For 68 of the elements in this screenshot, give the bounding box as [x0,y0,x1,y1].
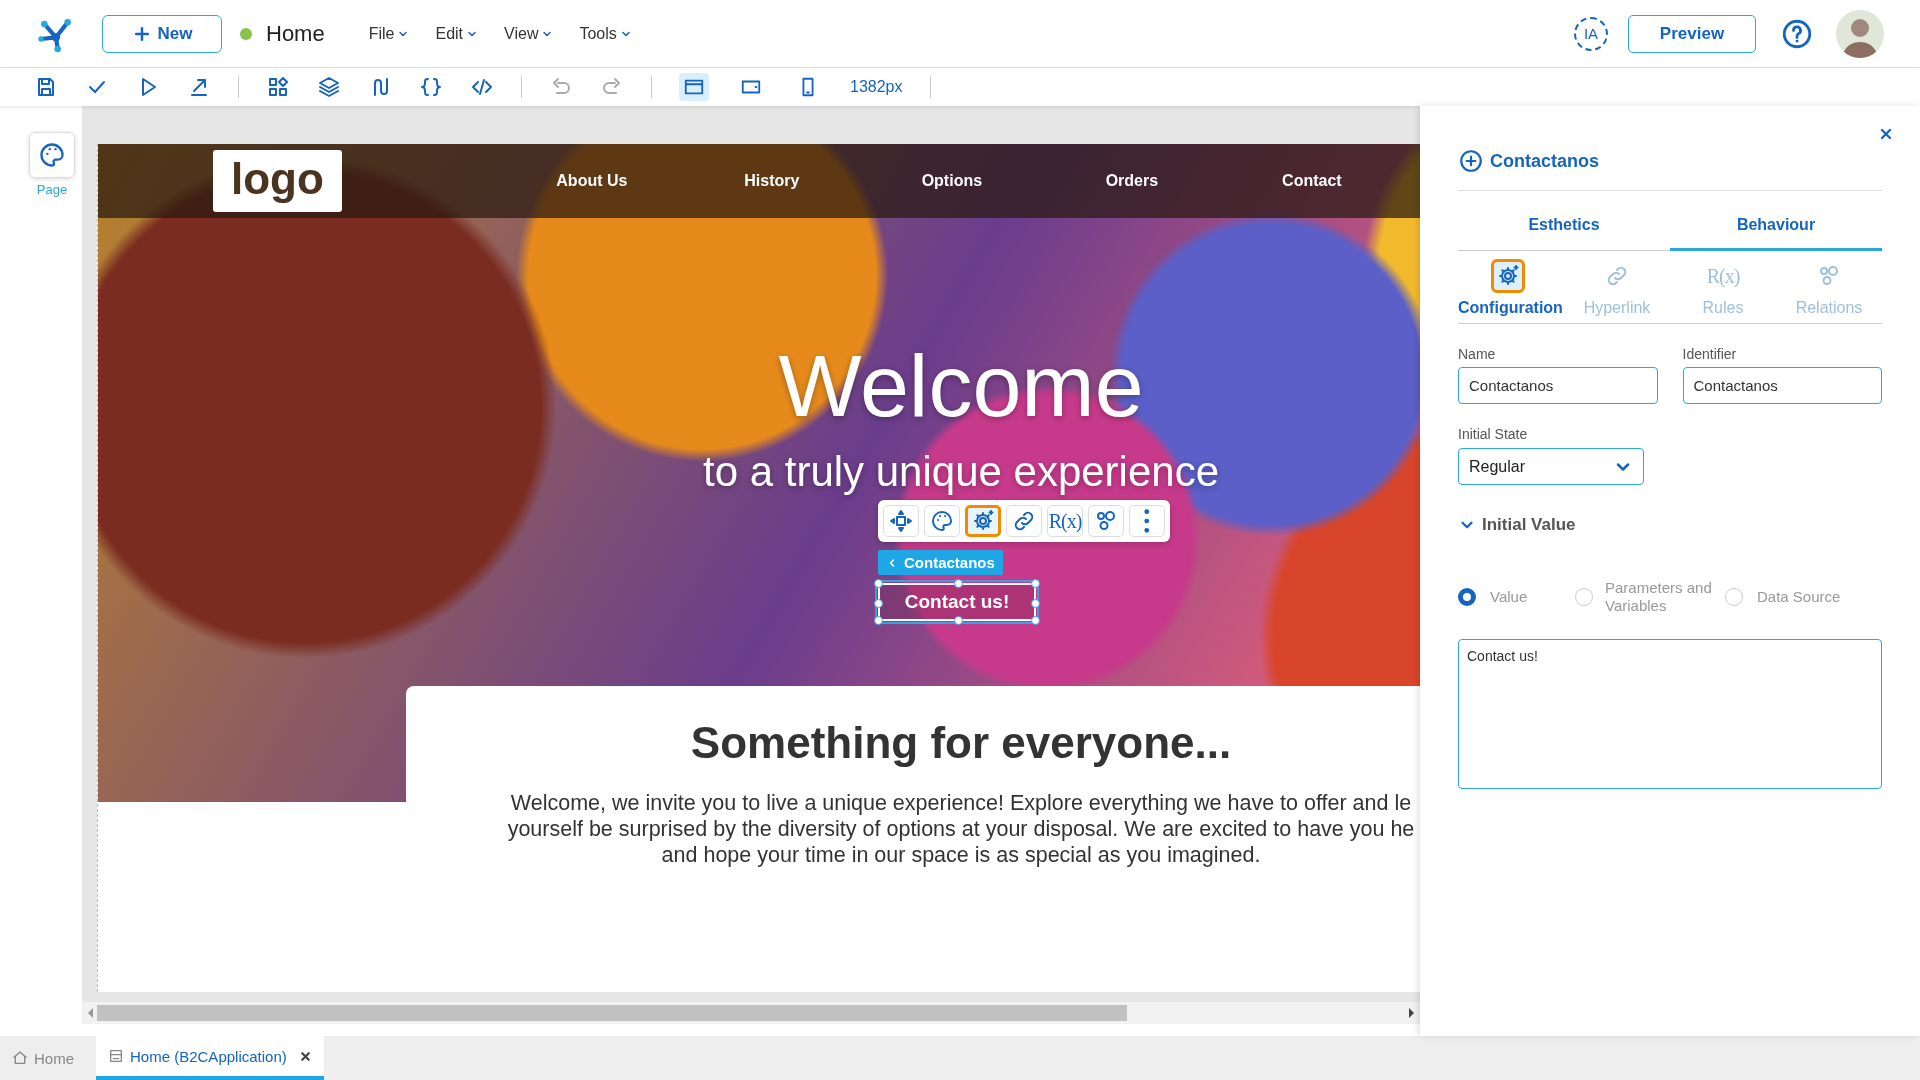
avatar[interactable] [1836,9,1884,58]
status-dot [240,27,252,40]
components-button[interactable] [266,75,290,99]
radio-label: Value [1490,588,1528,606]
desktop-view-button[interactable] [679,73,709,101]
hero-subtitle: to a truly unique experience [703,448,1219,496]
page-style-button[interactable] [29,132,75,178]
braces-icon [419,75,443,99]
radio-label: Parameters and Variables [1605,579,1713,615]
link-button[interactable] [1006,505,1042,537]
gear-icon [971,509,995,533]
rules-button[interactable]: R(x) [1047,505,1083,537]
gear-button[interactable] [965,505,1001,537]
more-icon [1144,509,1150,533]
section-paragraph: Welcome, we invite you to live a unique experience! Explore everything we have to offer and le yourself be surprised by the diversity of options at your disposal. We are excited to have you he and hope your time in our space is as special as you imagined. [507,790,1415,868]
link-icon [1605,264,1629,288]
link-icon [1012,509,1036,533]
width-label: 1382px [850,78,903,96]
nav-link[interactable]: Options [861,172,1042,190]
layers-icon [317,75,341,99]
circles-icon [1817,264,1841,288]
field-label: Initial State [1458,426,1529,442]
close-icon[interactable] [298,1049,312,1063]
gear-icon [1496,264,1520,288]
section-title: Something for everyone... [690,718,1232,768]
panel-tab[interactable]: Behaviour [1670,201,1882,251]
nav-link[interactable]: History [681,172,862,190]
menu-item[interactable]: View [504,24,554,43]
radio-label: Data Source [1757,588,1841,606]
subtab[interactable]: Configuration [1458,259,1564,317]
value-textarea[interactable]: Contact us! [1458,639,1882,789]
menu-item[interactable]: Tools [579,24,632,43]
field-label: Name [1458,346,1497,362]
menu-item[interactable]: File [368,24,410,43]
panel-tab[interactable]: Esthetics [1458,201,1670,251]
braces-button[interactable] [419,75,443,99]
layers-button[interactable] [317,75,341,99]
nav-link[interactable]: Contact [1221,172,1402,190]
scrollbar-thumb[interactable] [97,1005,1127,1021]
state-dropdown[interactable]: Regular [1458,448,1644,485]
document-tab[interactable]: Home (B2CApplication) [96,1036,324,1080]
close-icon[interactable] [1878,126,1894,142]
new-button[interactable]: New [102,14,222,53]
circles-icon [1094,509,1118,533]
section-toggle[interactable]: Initial Value [1458,515,1576,535]
page-title: Home [266,20,325,47]
palette-button[interactable] [924,505,960,537]
palette-icon [38,141,66,169]
home-icon [12,1050,28,1066]
text-field[interactable]: Contactanos [1458,367,1658,404]
move-button[interactable] [883,505,919,537]
move-icon [889,509,913,533]
nav-link[interactable]: About Us [501,172,682,190]
field-label: Identifier [1682,346,1738,362]
panel-title: Contactanos [1490,150,1599,172]
components-icon [266,75,290,99]
rail-label: Page [36,182,68,197]
circles-button[interactable] [1088,505,1124,537]
page-icon [108,1048,124,1064]
palette-icon [930,509,954,533]
more-button[interactable] [1129,505,1165,537]
preview-button[interactable]: Preview [1628,14,1756,53]
radio-button[interactable] [1458,588,1476,606]
nav-link[interactable]: Orders [1041,172,1222,190]
site-logo: logo [213,150,342,212]
text-field[interactable]: Contactanos [1682,367,1882,404]
ai-button[interactable]: IA [1574,16,1608,51]
menu-item[interactable]: Edit [435,24,479,43]
